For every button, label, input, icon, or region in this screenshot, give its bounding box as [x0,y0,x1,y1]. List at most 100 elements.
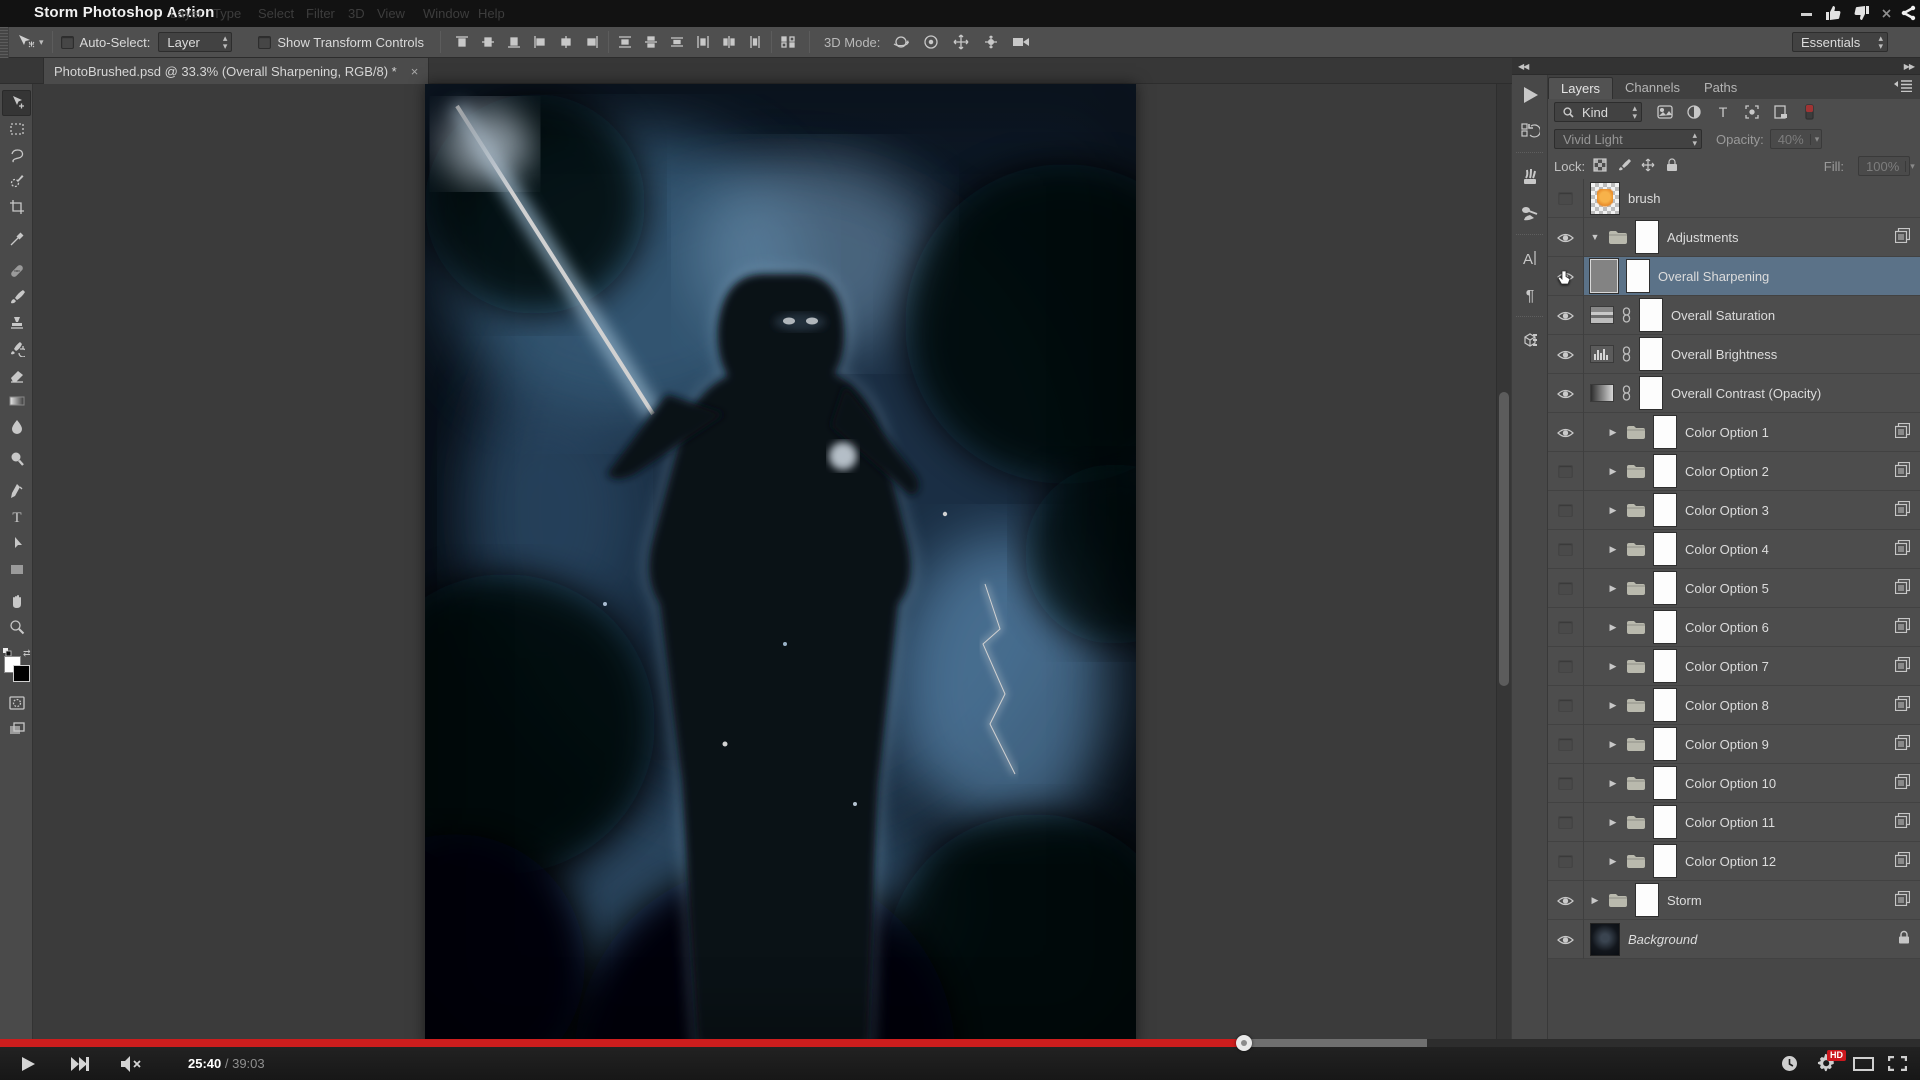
tab-channels[interactable]: Channels [1613,77,1692,99]
background-color-swatch[interactable] [13,665,30,682]
expand-group-icon[interactable]: ▶ [1608,622,1618,633]
minimize-icon[interactable] [1800,4,1814,22]
menu-3d[interactable]: 3D [348,6,365,21]
layer-row[interactable]: Overall Contrast (Opacity) [1548,374,1920,413]
brush-tool[interactable] [2,284,31,310]
group-mask-thumbnail[interactable] [1653,649,1677,683]
blur-tool[interactable] [2,414,31,440]
rectangle-shape-tool[interactable] [2,556,31,582]
menu-type[interactable]: Type [213,6,241,21]
layer-row[interactable]: ▶ Color Option 8 [1548,686,1920,725]
lock-all-icon[interactable] [1665,158,1679,175]
canvas-vertical-scrollbar[interactable] [1496,84,1511,1047]
adjustment-thumbnail[interactable] [1590,259,1618,293]
expand-group-icon[interactable]: ▶ [1608,739,1618,750]
menu-filter[interactable]: Filter [306,6,335,21]
3d-pan-icon[interactable] [948,31,974,53]
visibility-toggle-empty[interactable] [1548,686,1584,725]
video-progress-bar[interactable] [0,1039,1920,1047]
tab-layers[interactable]: Layers [1548,77,1613,99]
progress-scrubber[interactable] [1236,1035,1252,1051]
layer-row[interactable]: ▶ Color Option 10 [1548,764,1920,803]
expand-group-icon[interactable]: ▶ [1608,700,1618,711]
layer-row[interactable]: ▶ Color Option 2 [1548,452,1920,491]
layer-row[interactable]: Background [1548,920,1920,959]
group-mask-thumbnail[interactable] [1653,493,1677,527]
volume-muted-button[interactable] [104,1047,160,1080]
distribute-vertical-centers-icon[interactable] [638,31,664,53]
blend-mode-select[interactable]: Vivid Light ▴▾ [1554,129,1702,149]
group-mask-thumbnail[interactable] [1635,220,1659,254]
3d-camera-icon[interactable] [1008,31,1034,53]
visibility-toggle-empty[interactable] [1548,491,1584,530]
auto-select-target-select[interactable]: Layer ▴▾ [158,32,232,52]
layer-row[interactable]: ▶ Color Option 5 [1548,569,1920,608]
eyedropper-tool[interactable] [2,226,31,252]
distribute-bottom-edges-icon[interactable] [664,31,690,53]
visibility-toggle-empty[interactable] [1548,530,1584,569]
fullscreen-icon[interactable] [1880,1047,1914,1080]
quick-selection-tool[interactable] [2,168,31,194]
expand-group-icon[interactable]: ▶ [1608,661,1618,672]
visibility-toggle-empty[interactable] [1548,725,1584,764]
auto-select-checkbox[interactable] [61,36,74,49]
swap-colors-icon[interactable]: ⇄ [23,648,31,659]
visibility-toggle-empty[interactable] [1548,803,1584,842]
tab-paths[interactable]: Paths [1692,77,1749,99]
lock-image-pixels-icon[interactable] [1617,158,1631,175]
layer-row[interactable]: ▶ Color Option 3 [1548,491,1920,530]
visibility-eye-toggle[interactable] [1548,218,1584,257]
3d-panel-icon[interactable] [1512,321,1548,358]
document-canvas[interactable] [425,84,1136,1047]
group-mask-thumbnail[interactable] [1653,532,1677,566]
filter-pixel-layers-icon[interactable] [1655,103,1675,121]
layer-mask-thumbnail[interactable] [1626,259,1650,293]
menu-window[interactable]: Window [423,6,469,21]
group-mask-thumbnail[interactable] [1653,610,1677,644]
3d-slide-icon[interactable] [978,31,1004,53]
settings-gear-icon[interactable]: HD [1806,1047,1846,1080]
visibility-eye-toggle[interactable] [1548,374,1584,413]
expand-group-icon[interactable]: ▶ [1590,895,1600,906]
collapse-dock-icon[interactable]: ◀◀ [1518,62,1528,71]
character-icon[interactable]: A [1512,239,1548,276]
expand-group-icon[interactable]: ▶ [1608,505,1618,516]
visibility-toggle-empty[interactable] [1548,647,1584,686]
visibility-toggle-empty[interactable] [1548,179,1584,218]
filter-kind-select[interactable]: Kind ▴▾ [1554,102,1642,122]
gradient-tool[interactable] [2,388,31,414]
crop-tool[interactable] [2,194,31,220]
dodge-tool[interactable] [2,446,31,472]
paragraph-icon[interactable]: ¶ [1512,276,1548,313]
visibility-toggle-empty[interactable] [1548,764,1584,803]
layer-row[interactable]: Overall Brightness [1548,335,1920,374]
show-transform-controls-checkbox[interactable] [258,36,271,49]
layer-row[interactable]: Overall Sharpening [1548,257,1920,296]
group-mask-thumbnail[interactable] [1653,454,1677,488]
clone-stamp-tool[interactable] [2,310,31,336]
opacity-value-box[interactable]: 40% ▾ [1770,129,1822,149]
menu-help[interactable]: Help [478,6,505,21]
scrollbar-thumb[interactable] [1499,392,1509,686]
group-mask-thumbnail[interactable] [1653,727,1677,761]
distribute-spacing-icon[interactable] [775,31,801,53]
layer-row[interactable]: brush [1548,179,1920,218]
visibility-eye-toggle[interactable] [1548,335,1584,374]
align-bottom-edges-icon[interactable] [501,31,527,53]
visibility-toggle-empty[interactable] [1548,569,1584,608]
filter-toggle-icon[interactable] [1800,103,1820,121]
theater-mode-icon[interactable] [1846,1047,1880,1080]
align-top-edges-icon[interactable] [449,31,475,53]
hand-tool[interactable] [2,588,31,614]
visibility-eye-toggle[interactable] [1548,257,1584,296]
expand-group-icon[interactable]: ▶ [1608,466,1618,477]
visibility-toggle-empty[interactable] [1548,452,1584,491]
menu-select[interactable]: Select [258,6,294,21]
layer-mask-thumbnail[interactable] [1639,376,1663,410]
move-tool[interactable] [2,90,31,116]
type-tool[interactable]: T [2,504,31,530]
group-mask-thumbnail[interactable] [1653,571,1677,605]
layer-mask-thumbnail[interactable] [1639,337,1663,371]
distribute-horizontal-centers-icon[interactable] [716,31,742,53]
expand-group-icon[interactable]: ▶ [1608,856,1618,867]
